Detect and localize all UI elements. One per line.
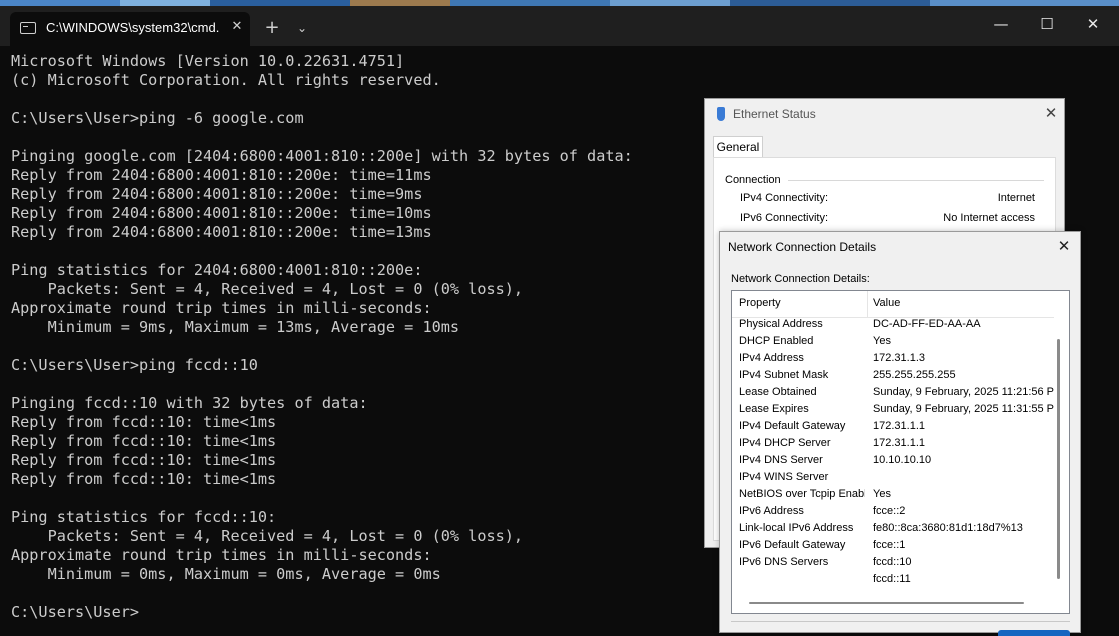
vertical-scrollbar[interactable] [1057,339,1060,579]
tab-dropdown-icon[interactable]: ⌄ [294,18,310,38]
console-output[interactable]: Microsoft Windows [Version 10.0.22631.47… [11,52,633,622]
property-cell: Link-local IPv6 Address [739,522,854,534]
ipv4-connectivity-value: Internet [997,192,1035,204]
value-cell: 255.255.255.255 [873,369,956,381]
close-icon[interactable]: ✕ [1041,103,1061,123]
value-cell: Yes [873,488,891,500]
column-header-property[interactable]: Property [739,297,781,309]
terminal-titlebar[interactable]: C:\WINDOWS\system32\cmd. ✕ + ⌄ — ☐ ✕ [0,6,1119,46]
maximize-button[interactable]: ☐ [1024,6,1070,42]
ipv6-connectivity-label: IPv6 Connectivity: [740,212,829,224]
tab-title: C:\WINDOWS\system32\cmd. [46,20,220,35]
list-item[interactable]: DHCP Enabled Yes [732,334,1054,351]
value-cell: fccd::10 [873,556,912,568]
close-button[interactable]: ✕ [1070,6,1116,42]
list-item[interactable]: IPv4 DNS Server 10.10.10.10 [732,453,1054,470]
list-item[interactable]: NetBIOS over Tcpip Enabled Yes [732,487,1054,504]
list-item[interactable]: IPv6 DNS Servers fccd::10 [732,555,1054,572]
property-cell: IPv4 Address [739,352,804,364]
column-header-value[interactable]: Value [873,297,900,309]
dialog-title: Ethernet Status [733,107,816,121]
value-cell: fcce::1 [873,539,906,551]
list-item[interactable]: IPv6 Address fcce::2 [732,504,1054,521]
ipv6-connectivity-value: No Internet access [943,212,1035,224]
list-item[interactable]: Lease Expires Sunday, 9 February, 2025 11… [732,402,1054,419]
property-cell: IPv4 DNS Server [739,454,823,466]
property-cell: IPv4 Default Gateway [739,420,846,432]
value-cell: fccd::11 [873,573,911,585]
tab-close-icon[interactable]: ✕ [228,18,246,36]
connection-section-label: Connection [725,174,781,186]
property-cell: IPv6 Address [739,505,804,517]
value-cell: fe80::8ca:3680:81d1:18d7%13 [873,522,1023,534]
property-cell: IPv6 Default Gateway [739,539,846,551]
close-icon[interactable]: ✕ [1054,236,1074,256]
list-item[interactable]: IPv4 WINS Server [732,470,1054,487]
tab-general[interactable]: General [713,136,763,159]
value-cell: 10.10.10.10 [873,454,932,466]
dialog-title: Network Connection Details [728,240,877,254]
terminal-tab[interactable]: C:\WINDOWS\system32\cmd. ✕ [10,12,250,46]
minimize-button[interactable]: — [978,6,1024,42]
list-item[interactable]: Physical Address DC-AD-FF-ED-AA-AA [732,317,1054,334]
list-item[interactable]: fccd::11 [732,572,1054,589]
property-cell: Lease Expires [739,403,809,415]
list-item[interactable]: Lease Obtained Sunday, 9 February, 2025 1… [732,385,1054,402]
value-cell: 172.31.1.1 [873,420,925,432]
property-cell: IPv4 WINS Server [739,471,829,483]
property-cell: IPv6 DNS Servers [739,556,829,568]
list-header: Property Value [732,291,1054,318]
details-list[interactable]: Property Value Physical Address DC-AD-FF-… [731,290,1070,614]
value-cell: 172.31.1.1 [873,437,925,449]
details-label: Network Connection Details: [731,273,870,285]
list-item[interactable]: IPv4 Subnet Mask 255.255.255.255 [732,368,1054,385]
list-item[interactable]: IPv4 Default Gateway 172.31.1.1 [732,419,1054,436]
property-cell: NetBIOS over Tcpip Enabled [739,488,865,500]
network-adapter-icon [717,107,725,121]
property-cell: Lease Obtained [739,386,817,398]
close-button[interactable] [998,630,1070,636]
horizontal-scrollbar[interactable] [749,602,1024,604]
property-cell: IPv4 DHCP Server [739,437,831,449]
ipv4-connectivity-label: IPv4 Connectivity: [740,192,829,204]
value-cell: 172.31.1.3 [873,352,925,364]
value-cell: Sunday, 9 February, 2025 11:31:55 PM [873,403,1054,415]
list-item[interactable]: IPv4 Address 172.31.1.3 [732,351,1054,368]
value-cell: DC-AD-FF-ED-AA-AA [873,318,981,330]
list-item[interactable]: IPv4 DHCP Server 172.31.1.1 [732,436,1054,453]
property-cell: IPv4 Subnet Mask [739,369,829,381]
dialog-divider [731,621,1070,622]
section-divider [788,180,1044,181]
property-cell: Physical Address [739,318,823,330]
list-item[interactable]: Link-local IPv6 Address fe80::8ca:3680:81… [732,521,1054,538]
property-cell: DHCP Enabled [739,335,814,347]
list-item[interactable]: IPv6 Default Gateway fcce::1 [732,538,1054,555]
command-prompt-icon [20,22,36,34]
new-tab-button[interactable]: + [262,18,282,38]
value-cell: Yes [873,335,891,347]
value-cell: Sunday, 9 February, 2025 11:21:56 PM [873,386,1054,398]
column-separator[interactable] [867,291,868,317]
value-cell: fcce::2 [873,505,906,517]
network-connection-details-dialog: Network Connection Details ✕ Network Con… [719,231,1081,636]
